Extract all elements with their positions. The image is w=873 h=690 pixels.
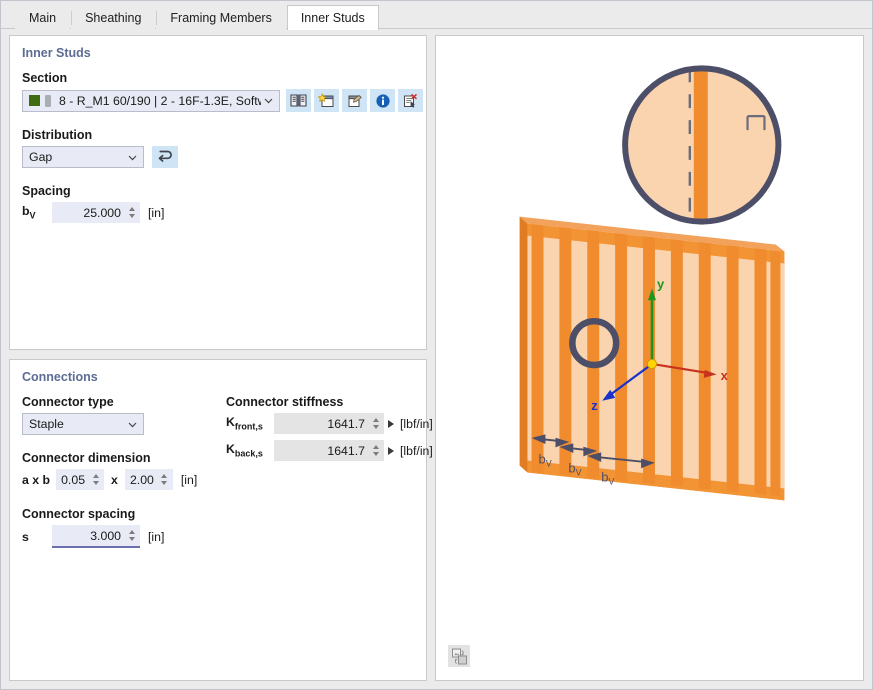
spacing-stepper[interactable]	[126, 202, 137, 223]
tab-main[interactable]: Main	[15, 6, 71, 29]
wall-3d-view[interactable]: y x z bV bV bV	[436, 36, 863, 680]
k-back-stepper[interactable]	[370, 440, 381, 461]
k-front-unit: [lbf/in]	[400, 416, 433, 431]
inner-studs-dialog: Main Sheathing Framing Members Inner Stu…	[0, 0, 873, 690]
k-back-value: 1641.7	[327, 443, 365, 458]
spacing-symbol: bV	[22, 204, 36, 221]
spacing-value: 25.000	[83, 205, 121, 220]
chevron-down-icon[interactable]	[125, 419, 139, 430]
k-back-symbol: Kback,s	[226, 442, 263, 459]
section-row: 8 - R_M1 60/190 | 2 - 16F-1.3E, Softwo..…	[22, 89, 423, 112]
connections-group: Connections Connector type Staple Connec…	[9, 359, 433, 681]
section-info-icon[interactable]	[370, 89, 395, 112]
section-toolbar	[286, 89, 423, 112]
render-mode-toggle-icon[interactable]	[448, 645, 470, 667]
chevron-down-icon[interactable]	[261, 95, 275, 106]
model-viewport-panel[interactable]: y x z bV bV bV	[435, 35, 864, 681]
section-label: Section	[22, 71, 68, 85]
k-front-value: 1641.7	[327, 416, 365, 431]
connector-spacing-label: Connector spacing	[22, 507, 136, 521]
connector-spacing-value: 3.000	[90, 528, 121, 543]
section-library-icon[interactable]	[286, 89, 311, 112]
connections-right-column: Connector stiffness Kfront,s 1641.7 [lbf…	[226, 395, 433, 548]
connector-type-value: Staple	[29, 417, 64, 431]
connector-spacing-row: s 3.000 [in]	[22, 525, 226, 548]
connector-dimension-symbol: a x b	[22, 472, 51, 487]
spacing-label: Spacing	[22, 184, 71, 198]
k-back-expand-icon[interactable]	[384, 446, 398, 455]
connector-dimension-a-value: 0.05	[61, 472, 86, 487]
connector-dimension-b-stepper[interactable]	[159, 469, 170, 490]
connections-left-column: Connector type Staple Connector dimensio…	[22, 395, 226, 548]
connections-group-title: Connections	[22, 370, 98, 384]
connector-spacing-unit: [in]	[148, 529, 165, 544]
wall-studs	[531, 224, 767, 495]
connector-spacing-input[interactable]: 3.000	[52, 525, 140, 548]
k-front-expand-icon[interactable]	[384, 419, 398, 428]
new-section-icon[interactable]	[314, 89, 339, 112]
distribution-value: Gap	[29, 150, 53, 164]
reset-arrow-icon	[156, 148, 174, 166]
connector-dimension-unit: [in]	[180, 472, 198, 487]
magnified-detail-circle	[622, 65, 782, 225]
dialog-body: Inner Studs Section 8 - R_M1 60/190 | 2 …	[1, 29, 872, 689]
section-color-swatch	[29, 95, 40, 106]
connector-dimension-a-stepper[interactable]	[90, 469, 101, 490]
connector-spacing-stepper[interactable]	[126, 525, 137, 546]
connector-dimension-row: a x b 0.05 x 2.00 [in]	[22, 469, 226, 490]
dimension-separator: x	[111, 472, 118, 487]
delete-section-icon[interactable]	[398, 89, 423, 112]
k-front-symbol: Kfront,s	[226, 415, 263, 432]
connector-dimension-a-input[interactable]: 0.05	[56, 469, 105, 490]
section-shape-icon	[45, 94, 51, 107]
k-back-unit: [lbf/in]	[400, 443, 433, 458]
section-dropdown[interactable]: 8 - R_M1 60/190 | 2 - 16F-1.3E, Softwo..…	[22, 89, 280, 112]
section-value: 8 - R_M1 60/190 | 2 - 16F-1.3E, Softwo..…	[59, 93, 261, 108]
connector-dimension-b-value: 2.00	[129, 472, 154, 487]
k-back-input[interactable]: 1641.7	[274, 440, 384, 461]
axis-origin-point	[646, 358, 658, 370]
distribution-row: Gap	[22, 146, 414, 168]
chevron-down-icon[interactable]	[125, 152, 139, 163]
spacing-row: bV 25.000 [in]	[22, 202, 414, 223]
inner-studs-group: Inner Studs Section 8 - R_M1 60/190 | 2 …	[9, 35, 427, 350]
connector-stiffness-back-row: Kback,s 1641.7 [lbf/in]	[226, 440, 433, 461]
spacing-unit: [in]	[148, 205, 165, 220]
connector-dimension-b-input[interactable]: 2.00	[124, 469, 173, 490]
distribution-dropdown[interactable]: Gap	[22, 146, 144, 168]
connector-stiffness-front-row: Kfront,s 1641.7 [lbf/in]	[226, 413, 433, 434]
spacing-input[interactable]: 25.000	[52, 202, 140, 223]
connections-columns: Connector type Staple Connector dimensio…	[22, 395, 433, 548]
distribution-label: Distribution	[22, 128, 93, 142]
tab-inner-studs[interactable]: Inner Studs	[286, 5, 379, 30]
connector-type-dropdown[interactable]: Staple	[22, 413, 144, 435]
connector-spacing-symbol: s	[22, 529, 29, 544]
axis-label-y: y	[657, 276, 665, 291]
k-front-input[interactable]: 1641.7	[274, 413, 384, 434]
tab-sheathing[interactable]: Sheathing	[71, 6, 156, 29]
edit-section-icon[interactable]	[342, 89, 367, 112]
tab-framing-members[interactable]: Framing Members	[156, 6, 286, 29]
left-column: Inner Studs Section 8 - R_M1 60/190 | 2 …	[9, 35, 433, 681]
connector-stiffness-label: Connector stiffness	[226, 395, 344, 409]
connector-type-label: Connector type	[22, 395, 114, 409]
tab-bar: Main Sheathing Framing Members Inner Stu…	[1, 1, 872, 30]
distribution-reset-button[interactable]	[152, 146, 178, 168]
detail-stud	[693, 68, 708, 222]
k-front-stepper[interactable]	[370, 413, 381, 434]
inner-studs-group-title: Inner Studs	[22, 46, 91, 60]
connector-dimension-label: Connector dimension	[22, 451, 151, 465]
axis-label-z: z	[591, 398, 597, 413]
axis-label-x: x	[721, 368, 729, 383]
